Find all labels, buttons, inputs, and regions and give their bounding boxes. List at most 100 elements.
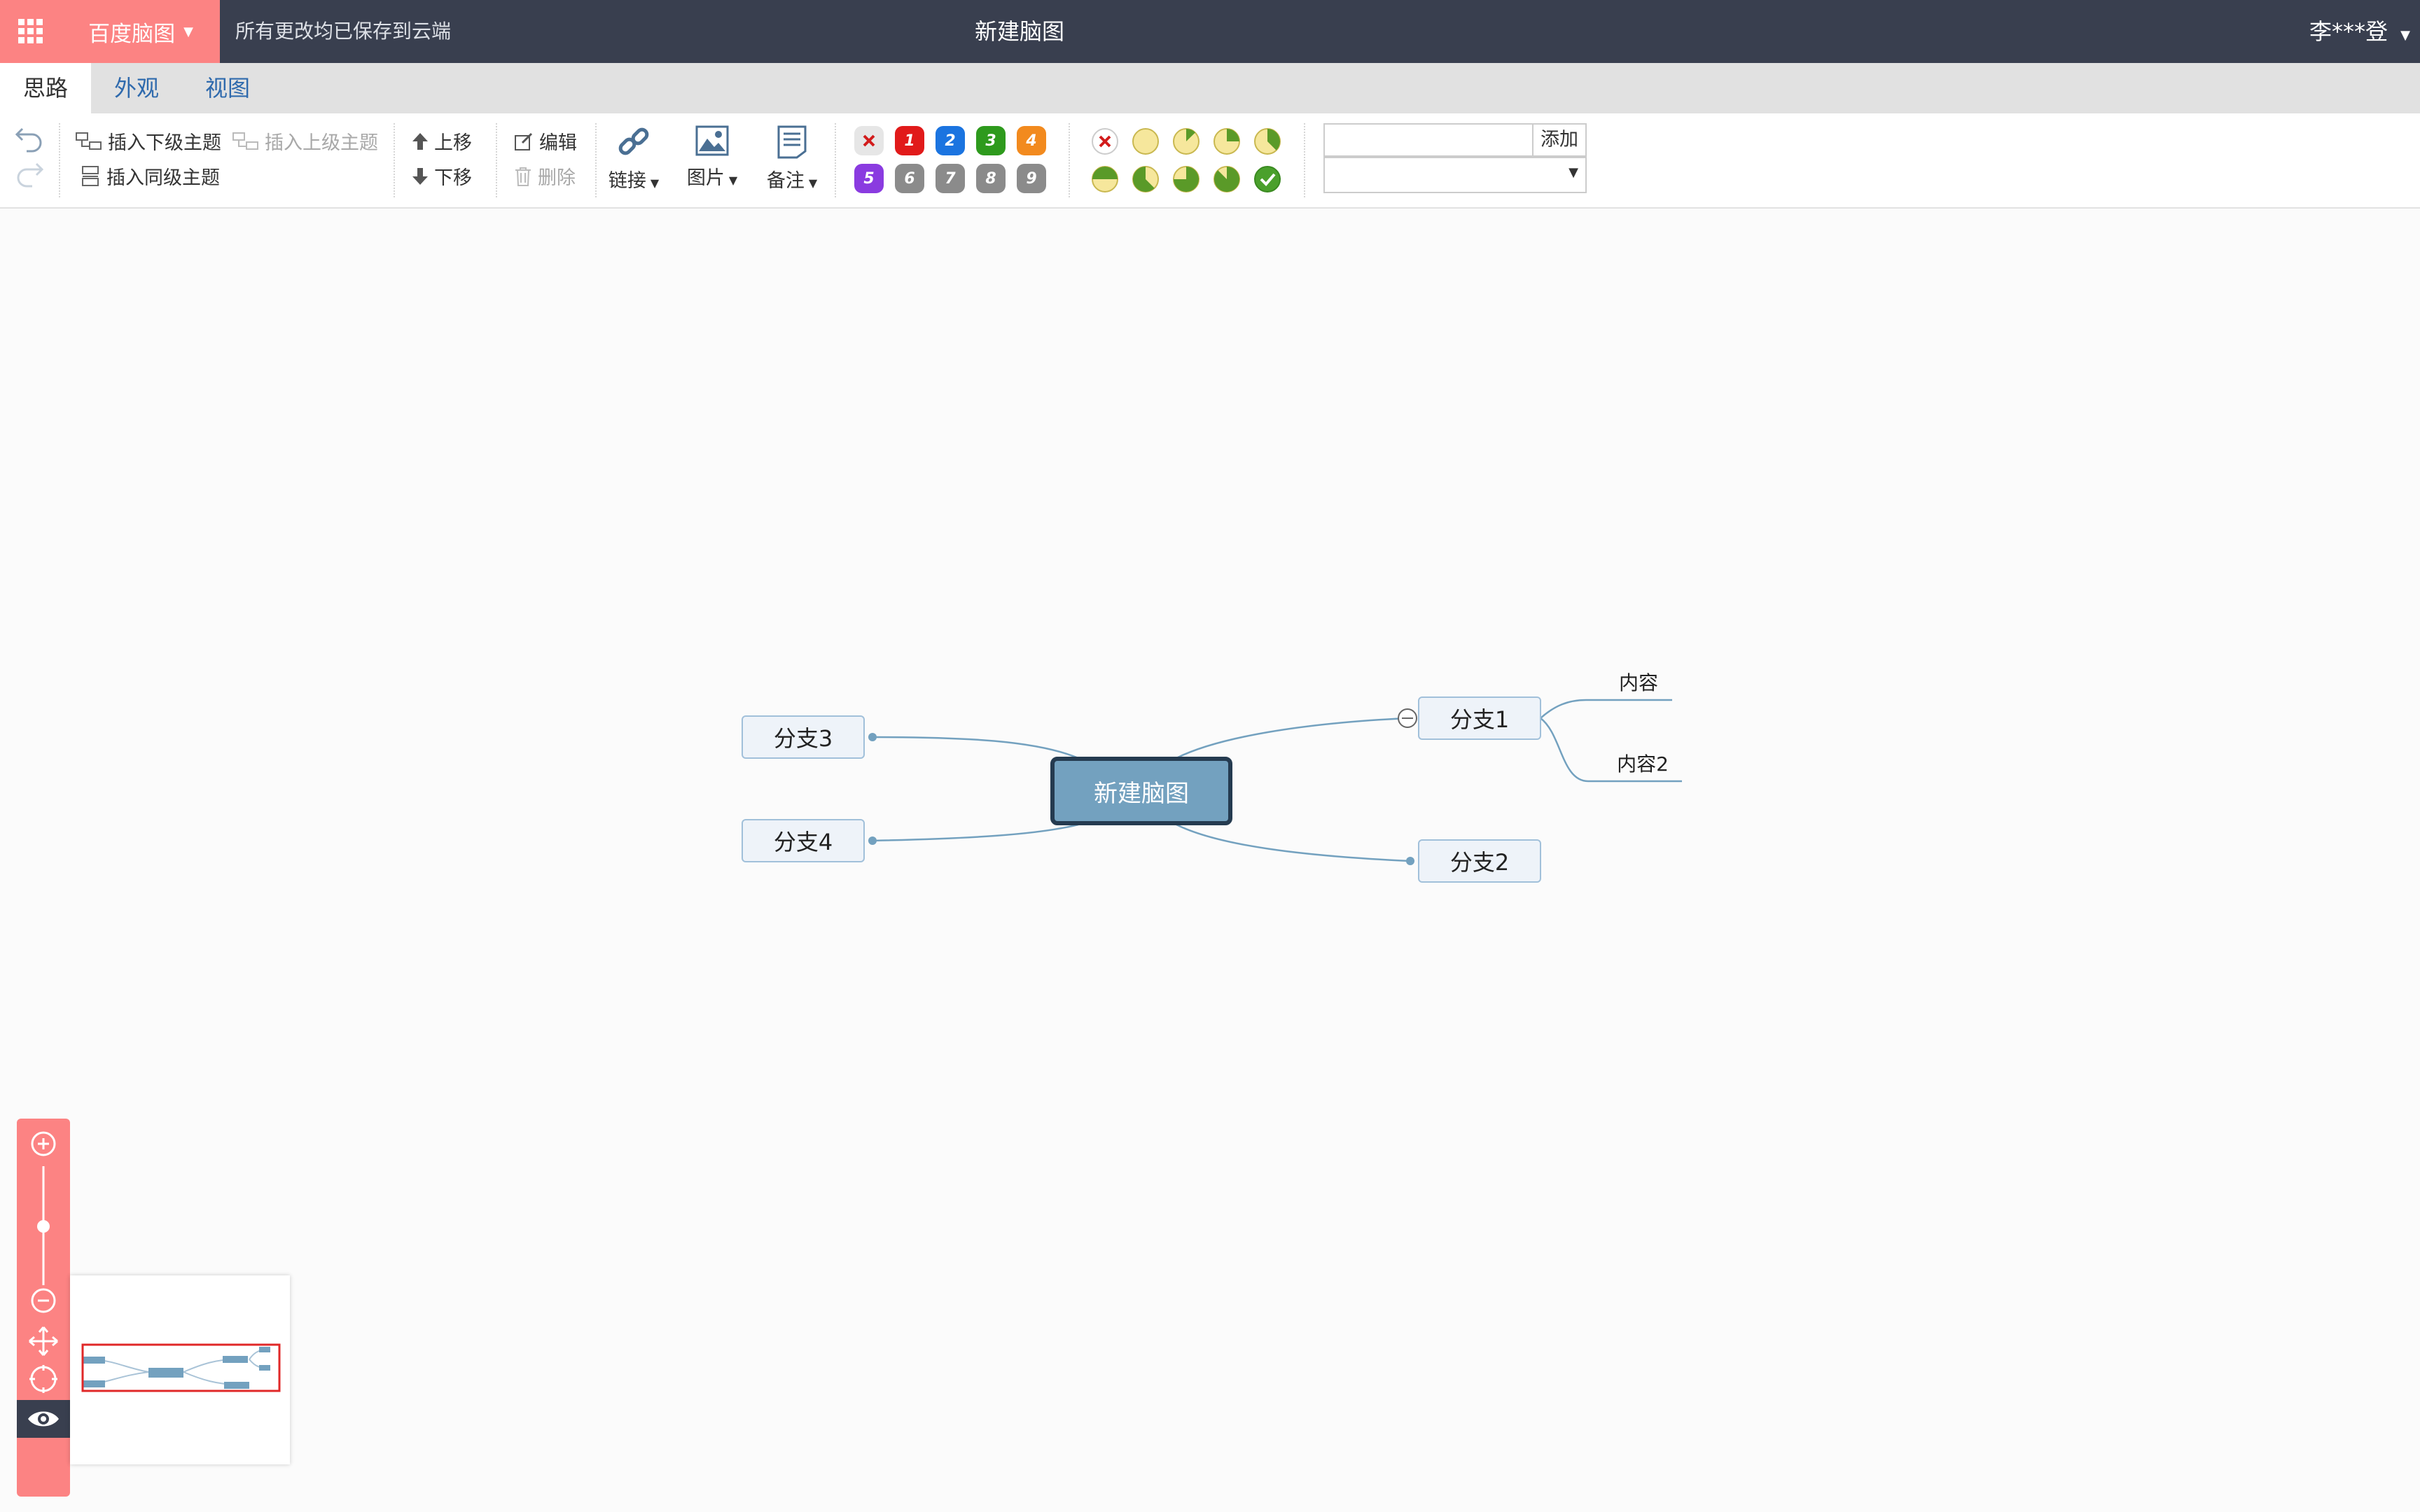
grid-icon xyxy=(18,19,43,43)
progress-3-icon[interactable] xyxy=(1253,127,1281,155)
insert-child-button[interactable]: 插入下级主题 xyxy=(76,127,221,155)
separator xyxy=(59,123,60,197)
zoom-in-icon xyxy=(31,1131,56,1156)
pan-button[interactable] xyxy=(17,1326,70,1357)
note-button[interactable]: 备注 ▼ xyxy=(760,125,823,192)
sub-node-1[interactable]: 内容 xyxy=(1611,666,1667,697)
connector-branch4 xyxy=(872,823,1079,842)
app-grid-button[interactable] xyxy=(0,0,62,63)
resource-select[interactable]: ▼ xyxy=(1323,157,1587,193)
caret-down-icon: ▼ xyxy=(1569,165,1578,180)
priority-6-button[interactable]: 6 xyxy=(895,164,924,193)
progress-done-icon[interactable] xyxy=(1253,165,1281,193)
progress-0-icon[interactable] xyxy=(1132,127,1160,155)
progress-5-icon[interactable] xyxy=(1132,165,1160,193)
redo-button[interactable] xyxy=(14,160,45,188)
arrow-down-icon xyxy=(412,167,428,185)
trash-icon xyxy=(515,167,531,186)
resource-input[interactable] xyxy=(1323,123,1534,157)
zoom-in-button[interactable] xyxy=(17,1130,70,1158)
top-bar: 百度脑图 ▼ 所有更改均已保存到云端 新建脑图 李***登 ▼ xyxy=(0,0,2420,63)
tab-idea[interactable]: 思路 xyxy=(0,63,91,113)
zoom-out-button[interactable] xyxy=(17,1287,70,1315)
connector-sub1 xyxy=(1540,699,1672,719)
brand-label: 百度脑图 xyxy=(88,21,176,47)
link-label: 链接 xyxy=(608,170,646,192)
edit-label: 编辑 xyxy=(539,132,577,154)
image-icon xyxy=(695,125,729,156)
priority-1-button[interactable]: 1 xyxy=(895,126,924,155)
tab-bar: 思路 外观 视图 xyxy=(0,63,2420,113)
insert-child-label: 插入下级主题 xyxy=(108,132,221,154)
priority-5-button[interactable]: 5 xyxy=(854,164,884,193)
delete-label: 删除 xyxy=(538,167,576,189)
priority-4-button[interactable]: 4 xyxy=(1017,126,1046,155)
mindmap-canvas[interactable]: 新建脑图 分支1 分支2 分支3 分支4 内容 内容2 xyxy=(0,209,2420,1512)
undo-icon xyxy=(15,127,42,153)
target-icon xyxy=(29,1365,57,1393)
priority-2-button[interactable]: 2 xyxy=(936,126,965,155)
navigator-preview[interactable] xyxy=(70,1275,290,1464)
priority-remove-button[interactable] xyxy=(854,126,884,155)
connector-dot xyxy=(1406,857,1414,865)
progress-6-icon[interactable] xyxy=(1172,165,1200,193)
tab-view[interactable]: 视图 xyxy=(182,63,273,113)
move-up-label: 上移 xyxy=(434,132,472,154)
separator xyxy=(835,123,836,197)
link-button[interactable]: 链接 ▼ xyxy=(602,125,665,192)
connector-branch2 xyxy=(1176,823,1411,862)
arrow-up-icon xyxy=(412,132,428,150)
separator xyxy=(394,123,395,197)
tab-appearance[interactable]: 外观 xyxy=(91,63,182,113)
progress-remove-icon[interactable] xyxy=(1091,127,1119,155)
priority-3-button[interactable]: 3 xyxy=(976,126,1006,155)
move-down-label: 下移 xyxy=(434,167,472,189)
zoom-out-icon xyxy=(31,1288,56,1313)
resource-add-button[interactable]: 添加 xyxy=(1534,123,1587,157)
insert-parent-button[interactable]: 插入上级主题 xyxy=(232,127,378,155)
priority-8-button[interactable]: 8 xyxy=(976,164,1006,193)
move-icon xyxy=(29,1326,58,1356)
collapse-icon[interactable] xyxy=(1398,708,1417,728)
branch-node-1[interactable]: 分支1 xyxy=(1418,696,1541,740)
note-label: 备注 xyxy=(766,170,805,192)
progress-2-icon[interactable] xyxy=(1213,127,1241,155)
progress-7-icon[interactable] xyxy=(1213,165,1241,193)
save-status: 所有更改均已保存到云端 xyxy=(235,20,452,43)
insert-parent-label: 插入上级主题 xyxy=(265,132,378,154)
separator xyxy=(1069,123,1070,197)
progress-4-icon[interactable] xyxy=(1091,165,1119,193)
undo-button[interactable] xyxy=(14,125,45,153)
root-node[interactable]: 新建脑图 xyxy=(1050,757,1232,825)
document-title[interactable]: 新建脑图 xyxy=(770,0,1269,63)
branch-node-3[interactable]: 分支3 xyxy=(742,715,865,759)
sub-node-2[interactable]: 内容2 xyxy=(1611,748,1675,778)
navigator-toggle-button[interactable] xyxy=(17,1400,70,1438)
user-menu[interactable]: 李***登 ▼ xyxy=(2309,0,2410,63)
edit-button[interactable]: 编辑 xyxy=(514,127,577,155)
insert-sibling-button[interactable]: 插入同级主题 xyxy=(80,162,220,190)
connector-branch1 xyxy=(1176,717,1408,760)
progress-1-icon[interactable] xyxy=(1172,127,1200,155)
image-button[interactable]: 图片 ▼ xyxy=(681,125,744,190)
brand-menu-button[interactable]: 百度脑图 ▼ xyxy=(62,0,220,63)
move-up-button[interactable]: 上移 xyxy=(412,127,472,155)
edit-icon xyxy=(515,132,533,150)
branch-node-2[interactable]: 分支2 xyxy=(1418,839,1541,883)
user-name: 李***登 xyxy=(2309,18,2388,45)
caret-down-icon: ▼ xyxy=(650,176,660,190)
separator xyxy=(496,123,497,197)
priority-9-button[interactable]: 9 xyxy=(1017,164,1046,193)
center-button[interactable] xyxy=(17,1364,70,1394)
connector-lines xyxy=(868,699,1682,865)
caret-down-icon: ▼ xyxy=(183,24,193,39)
branch-node-4[interactable]: 分支4 xyxy=(742,819,865,862)
caret-down-icon: ▼ xyxy=(808,176,818,190)
navigator-minimap xyxy=(81,1343,281,1392)
priority-7-button[interactable]: 7 xyxy=(936,164,965,193)
zoom-slider[interactable] xyxy=(17,1166,70,1285)
note-icon xyxy=(777,125,807,159)
toolbar: 插入下级主题 插入上级主题 插入同级主题 上移 下移 编辑 删除 链接 ▼ 图片… xyxy=(0,113,2420,209)
delete-button[interactable]: 删除 xyxy=(514,162,576,190)
move-down-button[interactable]: 下移 xyxy=(412,162,472,190)
